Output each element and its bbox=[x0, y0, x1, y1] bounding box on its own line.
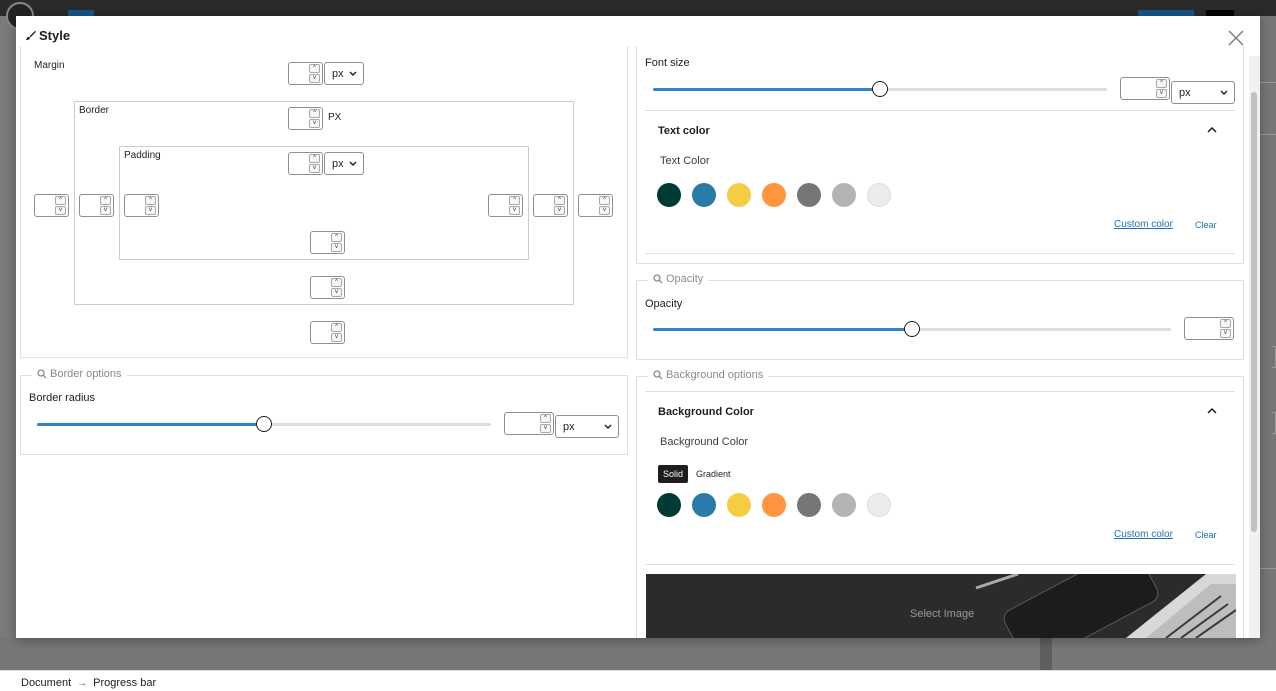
font-size-slider[interactable] bbox=[653, 81, 1107, 97]
laptop-image bbox=[646, 574, 1236, 638]
background-sidebar bbox=[1260, 16, 1276, 670]
text-color-header[interactable]: Text color bbox=[658, 125, 710, 137]
chevron-up-icon[interactable] bbox=[1206, 406, 1218, 416]
background-options-legend-text: Background options bbox=[666, 369, 764, 381]
margin-unit-select[interactable]: px bbox=[324, 62, 364, 85]
background-options-legend: Background options bbox=[648, 369, 769, 381]
border-bottom-input[interactable]: ^ v bbox=[310, 276, 345, 299]
border-unit-label: PX bbox=[328, 112, 342, 123]
margin-label: Margin bbox=[34, 60, 65, 71]
padding-right-input[interactable]: ^ v bbox=[488, 194, 523, 217]
color-swatch[interactable] bbox=[762, 493, 786, 517]
color-swatch[interactable] bbox=[797, 493, 821, 517]
font-size-label: Font size bbox=[645, 57, 690, 69]
padding-unit-select[interactable]: px bbox=[324, 152, 364, 175]
select-image-label: Select Image bbox=[910, 608, 975, 620]
opacity-panel bbox=[636, 280, 1244, 360]
opacity-legend-text: Opacity bbox=[666, 273, 704, 285]
padding-left-input[interactable]: ^ v bbox=[124, 194, 159, 217]
padding-top-input[interactable]: ^ v bbox=[288, 152, 323, 175]
padding-bottom-input[interactable]: ^ v bbox=[310, 231, 345, 254]
padding-unit-value: px bbox=[332, 158, 344, 170]
color-swatch[interactable] bbox=[867, 183, 891, 207]
color-swatch[interactable] bbox=[832, 493, 856, 517]
margin-left-input[interactable]: ^ v bbox=[34, 194, 69, 217]
color-swatch[interactable] bbox=[692, 493, 716, 517]
border-radius-label: Border radius bbox=[29, 392, 96, 404]
background-custom-color-link[interactable]: Custom color bbox=[1114, 529, 1173, 540]
border-radius-slider-thumb[interactable] bbox=[256, 416, 272, 432]
color-swatch[interactable] bbox=[867, 493, 891, 517]
background-color-header[interactable]: Background Color bbox=[658, 406, 754, 418]
gradient-tab[interactable]: Gradient bbox=[691, 465, 736, 483]
border-top-input[interactable]: ^ v bbox=[288, 107, 323, 130]
border-left-input[interactable]: ^ v bbox=[79, 194, 114, 217]
font-size-input[interactable]: ^ v bbox=[1120, 77, 1170, 100]
color-swatch[interactable] bbox=[797, 183, 821, 207]
modal-title-text: Style bbox=[39, 28, 71, 43]
color-swatch[interactable] bbox=[657, 183, 681, 207]
color-swatch[interactable] bbox=[832, 183, 856, 207]
border-radius-unit-value: px bbox=[563, 421, 575, 433]
opacity-slider-thumb[interactable] bbox=[904, 321, 920, 337]
style-modal: Style Margin ^ v px Border ^ v PX Padding … bbox=[16, 16, 1260, 638]
color-swatch[interactable] bbox=[727, 183, 751, 207]
padding-label: Padding bbox=[124, 150, 161, 161]
opacity-legend: Opacity bbox=[648, 273, 709, 285]
font-size-unit-select[interactable]: px bbox=[1171, 81, 1235, 104]
border-radius-unit-select[interactable]: px bbox=[555, 415, 619, 438]
font-size-unit-value: px bbox=[1179, 87, 1191, 99]
breadcrumb-item-progress-bar[interactable]: Progress bar bbox=[93, 677, 156, 689]
color-swatch[interactable] bbox=[727, 493, 751, 517]
modal-scrollbar[interactable] bbox=[1249, 56, 1260, 638]
margin-unit-value: px bbox=[332, 68, 344, 80]
breadcrumb: Document → Progress bar bbox=[0, 670, 1276, 691]
search-icon bbox=[653, 370, 663, 380]
text-color-label: Text Color bbox=[660, 155, 710, 167]
border-options-legend: Border options bbox=[32, 368, 127, 380]
chevron-down-icon bbox=[349, 161, 357, 166]
border-label: Border bbox=[79, 105, 110, 116]
chevron-down-icon bbox=[1220, 90, 1228, 95]
background-color-label: Background Color bbox=[660, 436, 749, 448]
margin-top-input[interactable]: ^ v bbox=[288, 62, 323, 85]
border-options-legend-text: Border options bbox=[50, 368, 122, 380]
brush-icon bbox=[25, 30, 36, 41]
search-icon bbox=[653, 274, 663, 284]
opacity-input[interactable]: ^ v bbox=[1184, 317, 1234, 340]
search-icon bbox=[37, 369, 47, 379]
scrollbar-thumb[interactable] bbox=[1251, 92, 1257, 532]
text-color-section bbox=[645, 110, 1235, 254]
border-radius-slider-fill bbox=[37, 423, 264, 426]
border-radius-input[interactable]: ^ v bbox=[504, 412, 554, 435]
opacity-label: Opacity bbox=[645, 298, 683, 310]
font-size-slider-thumb[interactable] bbox=[872, 81, 888, 97]
modal-title: Style bbox=[25, 28, 70, 43]
chevron-up-icon[interactable] bbox=[1206, 125, 1218, 135]
close-icon[interactable] bbox=[1226, 28, 1246, 48]
text-custom-color-link[interactable]: Custom color bbox=[1114, 219, 1173, 230]
opacity-slider-fill bbox=[653, 328, 912, 331]
color-swatch[interactable] bbox=[762, 183, 786, 207]
margin-right-input[interactable]: ^ v bbox=[578, 194, 613, 217]
breadcrumb-item-document[interactable]: Document bbox=[21, 677, 71, 689]
background-editor bbox=[0, 638, 1276, 670]
solid-tab[interactable]: Solid bbox=[658, 465, 689, 483]
opacity-slider[interactable] bbox=[653, 321, 1171, 337]
breadcrumb-separator: → bbox=[77, 677, 88, 689]
font-size-slider-fill bbox=[653, 88, 880, 91]
background-image-picker[interactable]: Select Image bbox=[646, 574, 1236, 638]
color-swatch[interactable] bbox=[692, 183, 716, 207]
background-clear-button[interactable]: Clear bbox=[1195, 530, 1217, 540]
chevron-down-icon bbox=[349, 71, 357, 76]
border-radius-slider[interactable] bbox=[37, 416, 491, 432]
color-swatch[interactable] bbox=[657, 493, 681, 517]
chevron-down-icon bbox=[604, 424, 612, 429]
margin-bottom-input[interactable]: ^ v bbox=[310, 321, 345, 344]
border-right-input[interactable]: ^ v bbox=[533, 194, 568, 217]
admin-bar-background bbox=[0, 0, 1276, 30]
text-clear-button[interactable]: Clear bbox=[1195, 220, 1217, 230]
